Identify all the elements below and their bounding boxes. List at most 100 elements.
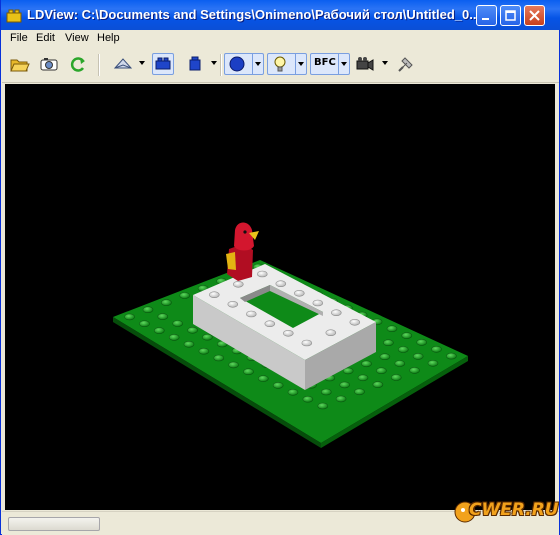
menu-view[interactable]: View xyxy=(65,32,89,44)
window-title: LDView: C:\Documents and Settings\Onimen… xyxy=(27,7,481,22)
preferences-button[interactable] xyxy=(395,53,417,75)
progress-bar xyxy=(8,517,100,531)
stud xyxy=(257,375,269,382)
stud xyxy=(246,310,257,318)
stud xyxy=(339,381,351,389)
app-icon xyxy=(6,9,22,23)
stud xyxy=(397,346,409,353)
stud xyxy=(209,291,220,298)
stud xyxy=(227,301,239,308)
close-button[interactable] xyxy=(524,5,545,26)
stud xyxy=(412,353,424,360)
menu-bar: File Edit View Help xyxy=(2,30,559,48)
view-mode-dropdown[interactable] xyxy=(139,61,145,65)
stud xyxy=(354,388,365,396)
watermark-logo: CWER.RU xyxy=(453,492,559,530)
preferences-icon xyxy=(398,57,413,72)
ldview-window: LDView: C:\Documents and Settings\Onimen… xyxy=(0,0,560,535)
stud xyxy=(179,292,190,299)
stud xyxy=(233,281,244,288)
lightbulb-icon xyxy=(274,56,286,72)
stud xyxy=(287,388,299,396)
quality-dropdown[interactable] xyxy=(255,62,261,66)
shaded-toggle[interactable] xyxy=(185,53,207,75)
stud xyxy=(256,270,268,278)
lighting-dropdown[interactable] xyxy=(298,62,304,66)
reload-button[interactable] xyxy=(67,53,89,75)
bfc-split-button[interactable]: BFC xyxy=(310,53,350,75)
stud xyxy=(383,339,394,347)
watermark-text: CWER.RU xyxy=(469,500,559,520)
stud xyxy=(357,374,369,382)
stud xyxy=(427,359,439,367)
maximize-icon xyxy=(505,10,516,21)
stud xyxy=(302,395,314,403)
open-button[interactable] xyxy=(8,53,30,75)
stud xyxy=(168,334,180,341)
stud xyxy=(312,299,324,307)
stud xyxy=(376,367,387,375)
stud xyxy=(361,360,372,368)
sphere-quality-icon xyxy=(229,56,245,72)
stud xyxy=(161,299,172,306)
stud xyxy=(293,290,305,297)
stud xyxy=(183,340,195,348)
stud xyxy=(301,339,313,347)
stud xyxy=(243,368,254,376)
stud xyxy=(342,367,354,375)
lighting-split-button[interactable] xyxy=(267,53,307,75)
stud xyxy=(275,280,287,287)
menu-file[interactable]: File xyxy=(10,32,28,44)
lego-model-render xyxy=(113,222,468,448)
stud xyxy=(401,332,413,339)
stud xyxy=(330,309,342,316)
title-bar[interactable]: LDView: C:\Documents and Settings\Onimen… xyxy=(1,0,560,30)
view-mode-button[interactable] xyxy=(112,53,134,75)
wireframe-toggle[interactable] xyxy=(152,53,174,75)
stud xyxy=(349,319,361,326)
stud xyxy=(157,313,169,320)
bfc-dropdown[interactable] xyxy=(341,62,347,66)
stud xyxy=(139,320,150,327)
reload-icon xyxy=(70,57,85,72)
toolbar-separator xyxy=(98,54,100,76)
stud xyxy=(198,347,210,355)
stud xyxy=(390,374,402,381)
stud xyxy=(142,306,154,313)
stud xyxy=(172,320,183,327)
stud xyxy=(320,388,332,396)
shaded-dropdown[interactable] xyxy=(211,61,217,65)
3d-viewport[interactable] xyxy=(5,84,555,510)
camera-view-dropdown[interactable] xyxy=(382,61,388,65)
minimize-button[interactable] xyxy=(476,5,497,26)
stud xyxy=(416,339,428,346)
stud xyxy=(394,360,406,367)
stud xyxy=(202,333,213,341)
stud xyxy=(264,320,276,327)
toolbar-separator xyxy=(220,54,222,76)
maximize-button[interactable] xyxy=(500,5,521,26)
close-icon xyxy=(529,10,540,21)
open-folder-icon xyxy=(10,59,30,72)
stud xyxy=(154,327,165,334)
camera-view-icon xyxy=(356,57,374,71)
camera-snapshot-icon xyxy=(40,58,58,71)
stud xyxy=(325,329,337,336)
stud xyxy=(124,313,135,321)
snapshot-button[interactable] xyxy=(38,53,60,75)
camera-view-button[interactable] xyxy=(354,53,376,75)
stud xyxy=(228,361,239,369)
stud xyxy=(187,327,198,334)
menu-help[interactable]: Help xyxy=(97,32,120,44)
stud xyxy=(335,395,347,403)
toolbar: BFC xyxy=(2,48,559,83)
stud xyxy=(386,325,398,332)
stud xyxy=(372,381,384,388)
quality-split-button[interactable] xyxy=(224,53,264,75)
stud xyxy=(282,330,294,337)
stud xyxy=(409,367,420,374)
view-mode-icon xyxy=(113,58,133,69)
stud xyxy=(446,352,457,360)
bfc-icon: BFC xyxy=(314,57,336,68)
menu-edit[interactable]: Edit xyxy=(36,32,55,44)
